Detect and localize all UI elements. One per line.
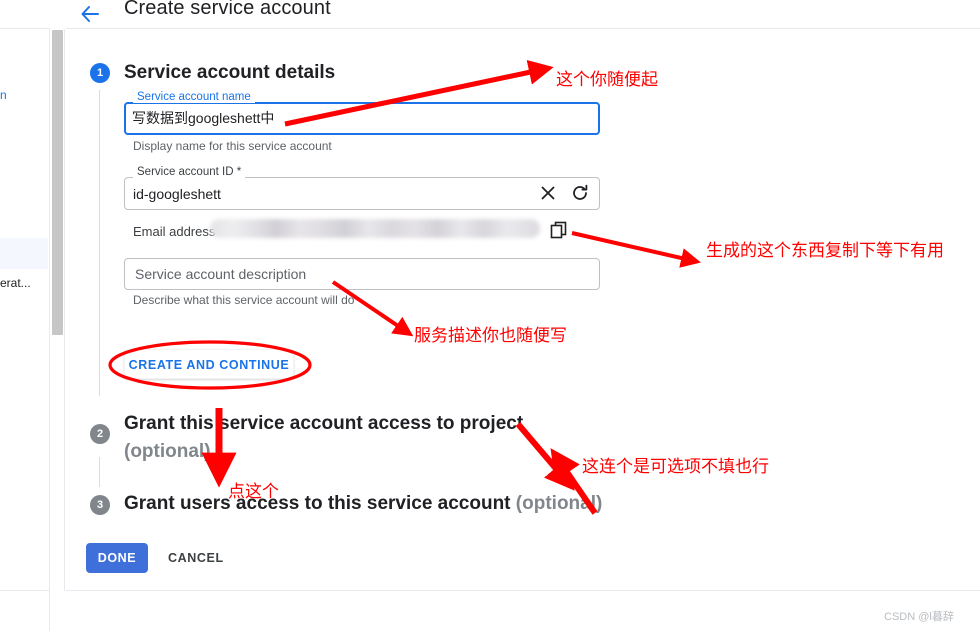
- step-1-title: Service account details: [124, 62, 336, 83]
- step-2-title-text: Grant this service account access to pro…: [124, 413, 524, 434]
- step-2-title: Grant this service account access to pro…: [124, 410, 554, 466]
- copy-icon[interactable]: [550, 221, 568, 239]
- step-rail-1: [99, 90, 100, 396]
- service-account-description-placeholder: Service account description: [135, 266, 307, 282]
- email-address-value-redacted: [210, 219, 540, 238]
- service-account-id-value: id-googleshett: [133, 186, 221, 202]
- done-button[interactable]: DONE: [86, 543, 148, 573]
- annotation-optional-note: 这连个是可选项不填也行: [582, 457, 769, 477]
- refresh-icon[interactable]: [570, 183, 590, 203]
- service-account-name-label: Service account name: [133, 91, 255, 103]
- main-bottom-divider: [66, 590, 980, 591]
- left-sidebar-top-cell: [0, 0, 50, 29]
- cancel-button[interactable]: CANCEL: [168, 543, 224, 573]
- step-1-badge: 1: [90, 63, 110, 83]
- annotation-email-note: 生成的这个东西复制下等下有用: [706, 241, 944, 261]
- step-3-optional: (optional): [515, 493, 603, 514]
- arrow-left-icon[interactable]: [78, 3, 104, 25]
- page-title: Create service account: [124, 0, 331, 19]
- service-account-id-label: Service account ID *: [133, 166, 246, 178]
- watermark: CSDN @l暮辞: [884, 611, 954, 623]
- service-account-name-value: 写数据到googleshett中: [132, 110, 275, 126]
- step-2-badge: 2: [90, 424, 110, 444]
- annotation-desc-note: 服务描述你也随便写: [414, 326, 567, 346]
- step-3-badge: 3: [90, 495, 110, 515]
- step-2-optional: (optional): [124, 441, 211, 462]
- vertical-scrollbar-thumb[interactable]: [52, 30, 63, 335]
- step-rail-2: [99, 457, 100, 487]
- left-sidebar-snippet-blue[interactable]: n: [0, 88, 7, 102]
- close-icon[interactable]: [538, 183, 558, 203]
- left-sidebar-divider: [0, 590, 50, 591]
- annotation-click-note: 点这个: [228, 482, 279, 502]
- left-sidebar-partial: n erat...: [0, 0, 50, 631]
- service-account-name-helper: Display name for this service account: [133, 139, 332, 153]
- step-3-title: Grant users access to this service accou…: [124, 493, 602, 515]
- create-and-continue-button[interactable]: CREATE AND CONTINUE: [124, 349, 294, 379]
- service-account-description-helper: Describe what this service account will …: [133, 293, 355, 307]
- email-address-label: Email address: [133, 224, 216, 239]
- left-sidebar-snippet-dark[interactable]: erat...: [0, 276, 31, 290]
- left-sidebar-highlight[interactable]: [0, 238, 48, 269]
- screenshot-root: n erat... Create service account 1 Servi…: [0, 0, 980, 631]
- step-3-title-text: Grant users access to this service accou…: [124, 493, 511, 514]
- annotation-name-note: 这个你随便起: [556, 70, 658, 90]
